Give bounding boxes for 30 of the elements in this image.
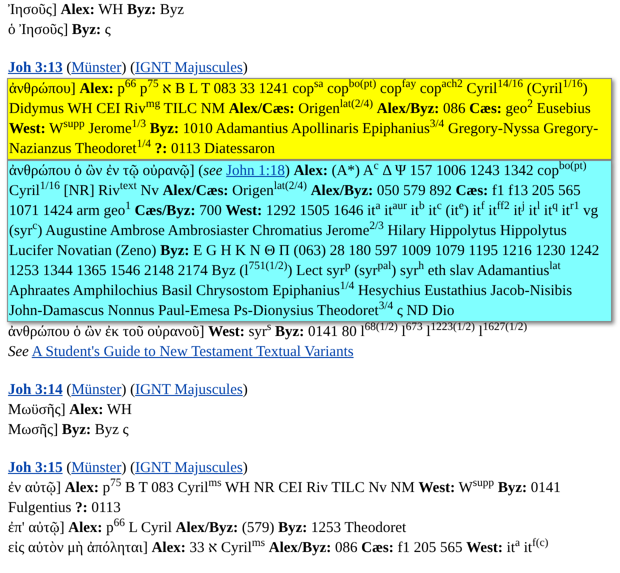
source-link[interactable]: IGNT Majuscules bbox=[135, 460, 243, 476]
variant-reading: See A Student's Guide to New Testament Textual Variants bbox=[8, 343, 355, 362]
variant-reading: ἐπ' αὐτῷ] Alex: p$^{66}$ L Cyril Alex/Byz: (579) Byz: 1253 Theodoret bbox=[8, 518, 408, 538]
parenthesis: ( bbox=[66, 60, 72, 76]
source-link[interactable]: Münster bbox=[71, 460, 122, 476]
parenthesis: ) bbox=[242, 60, 248, 76]
parenthesis: ( bbox=[66, 382, 72, 398]
verse-link[interactable]: Joh 3:13 bbox=[8, 60, 63, 76]
parenthesis: ( bbox=[130, 60, 136, 76]
variant-reading: Ἰησοῦς] Alex: WH Byz: Byz bbox=[8, 1, 186, 20]
source-link[interactable]: IGNT Majuscules bbox=[135, 382, 243, 398]
variant-reading: Μωϋσῆς] Alex: WH bbox=[8, 401, 133, 420]
parenthesis: ) bbox=[121, 382, 126, 398]
verse-link[interactable]: Joh 3:14 bbox=[8, 382, 63, 398]
source-link[interactable]: Münster bbox=[71, 60, 122, 76]
parenthesis: ( bbox=[130, 382, 136, 398]
verse-link[interactable]: Joh 3:15 bbox=[8, 460, 63, 476]
parenthesis: ) bbox=[121, 460, 126, 476]
parenthesis: ( bbox=[130, 460, 136, 476]
parenthesis: ) bbox=[121, 60, 126, 76]
reference-link[interactable]: A Student's Guide to New Testament Textual Variants bbox=[32, 344, 354, 360]
variant-reading: Μωσῆς] Byz: Byz ς bbox=[8, 421, 130, 440]
parenthesis: ) bbox=[242, 460, 248, 476]
source-link[interactable]: IGNT Majuscules bbox=[135, 60, 243, 76]
parenthesis: ) bbox=[242, 382, 248, 398]
parenthesis: ( bbox=[66, 460, 72, 476]
variant-reading: ἀνθρώπου ὁ ὢν ἐκ τοῦ οὐρανοῦ] West: syr$^{s}$ Byz: 0141 80 l$^{68(1/2)}$ l$^{673}$ l$^{1223(1/2)}$ l$^{1627(1/2)}$ bbox=[8, 322, 528, 342]
variant-reading: ὁ Ἰησοῦς] Byz: ς bbox=[8, 21, 112, 40]
source-link[interactable]: Münster bbox=[71, 382, 122, 398]
reference-link[interactable]: John 1:18 bbox=[226, 163, 285, 179]
